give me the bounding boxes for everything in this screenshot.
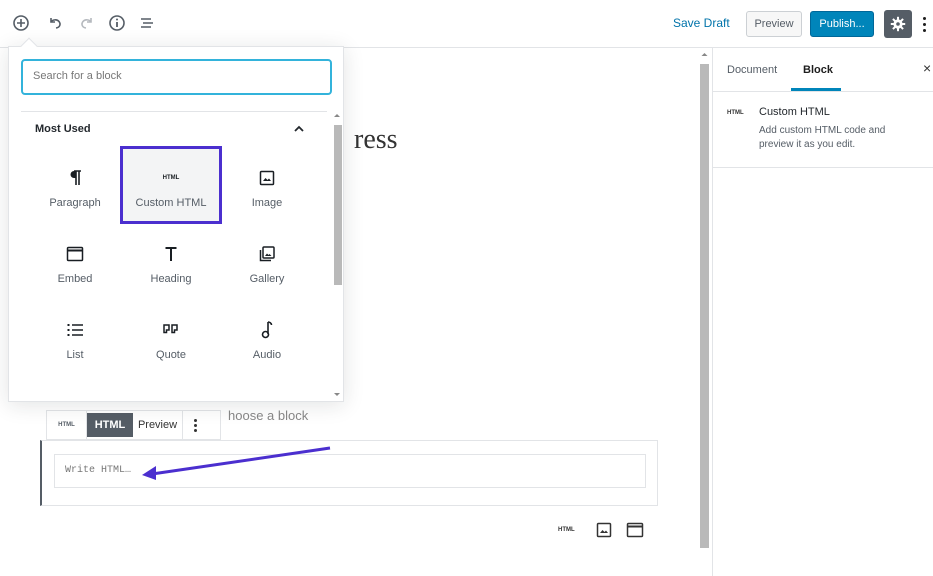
image-icon [259, 163, 275, 193]
list-icon [67, 315, 83, 345]
info-icon[interactable] [106, 12, 128, 34]
image-icon[interactable] [596, 522, 612, 538]
settings-button[interactable] [884, 10, 912, 38]
chevron-up-icon[interactable] [293, 123, 305, 135]
block-label: Paragraph [49, 197, 101, 209]
quote-icon [163, 315, 179, 345]
block-item-heading[interactable]: Heading [123, 225, 219, 297]
html-tab[interactable]: HTML [87, 413, 133, 437]
preview-tab[interactable]: Preview [133, 411, 183, 439]
scroll-down-arrow-icon[interactable] [331, 391, 343, 399]
block-inserter-popover: Search for a block Most Used Paragraph H… [8, 37, 344, 402]
block-label: Quote [156, 349, 186, 361]
preview-button[interactable]: Preview [746, 11, 802, 37]
publish-button[interactable]: Publish... [810, 11, 874, 37]
outline-icon[interactable] [136, 12, 158, 34]
block-item-custom-html[interactable]: HTML Custom HTML [120, 146, 222, 224]
block-card: HTML Custom HTML Add custom HTML code an… [713, 92, 933, 168]
gallery-icon [259, 239, 275, 269]
active-tab-indicator [791, 88, 841, 91]
scroll-up-arrow-icon[interactable] [331, 111, 343, 119]
block-more-options-button[interactable] [183, 411, 207, 439]
custom-html-block[interactable]: HTML HTML Preview Write HTML… [40, 410, 658, 506]
block-label: Gallery [249, 273, 285, 285]
audio-icon [261, 315, 273, 345]
block-toolbar: HTML HTML Preview [46, 410, 221, 440]
block-item-audio[interactable]: Audio [219, 301, 315, 373]
block-card-description: Add custom HTML code and preview it as y… [759, 125, 886, 150]
more-menu-button[interactable] [918, 12, 930, 36]
block-item-list[interactable]: List [27, 301, 123, 373]
embed-icon [66, 239, 84, 269]
html-icon[interactable]: HTML [558, 527, 575, 533]
block-label: Custom HTML [135, 197, 207, 209]
embed-icon[interactable] [626, 522, 644, 538]
block-label: List [66, 349, 84, 361]
html-icon[interactable]: HTML [47, 411, 87, 439]
tab-block[interactable]: Block [803, 64, 833, 76]
scrollbar-thumb[interactable] [334, 125, 342, 285]
block-label: Audio [252, 349, 282, 361]
block-item-paragraph[interactable]: Paragraph [27, 149, 123, 221]
block-search-input[interactable]: Search for a block [21, 59, 332, 95]
most-used-heading[interactable]: Most Used [35, 123, 91, 135]
html-icon: HTML [727, 110, 744, 116]
annotation-arrow-icon [142, 446, 331, 480]
block-item-image[interactable]: Image [219, 149, 315, 221]
save-draft-link[interactable]: Save Draft [673, 16, 730, 30]
block-label: Image [251, 197, 283, 209]
editor-scrollbar[interactable] [697, 48, 711, 576]
gear-icon [890, 16, 906, 32]
block-item-gallery[interactable]: Gallery [219, 225, 315, 297]
editor-header: Save Draft Preview Publish... [0, 0, 933, 48]
redo-icon[interactable] [76, 12, 98, 34]
block-card-title: Custom HTML [759, 106, 830, 118]
inserter-scrollbar[interactable] [331, 111, 343, 399]
scrollbar-thumb[interactable] [700, 64, 709, 548]
undo-icon[interactable] [44, 12, 66, 34]
settings-sidebar: Document Block × HTML Custom HTML Add cu… [712, 48, 933, 576]
block-label: Heading [150, 273, 192, 285]
heading-icon [164, 239, 178, 269]
sidebar-tabs: Document Block × [713, 48, 933, 92]
divider [21, 111, 327, 112]
block-item-embed[interactable]: Embed [27, 225, 123, 297]
scroll-up-arrow-icon[interactable] [700, 50, 709, 58]
add-block-icon[interactable] [10, 12, 32, 34]
quick-insert-bar: HTML [556, 522, 656, 542]
tab-document[interactable]: Document [727, 64, 777, 76]
paragraph-icon [68, 163, 82, 193]
block-label: Embed [57, 273, 93, 285]
block-item-quote[interactable]: Quote [123, 301, 219, 373]
post-title-fragment[interactable]: ress [354, 124, 398, 156]
close-icon[interactable]: × [923, 60, 931, 76]
html-icon: HTML [162, 175, 180, 181]
